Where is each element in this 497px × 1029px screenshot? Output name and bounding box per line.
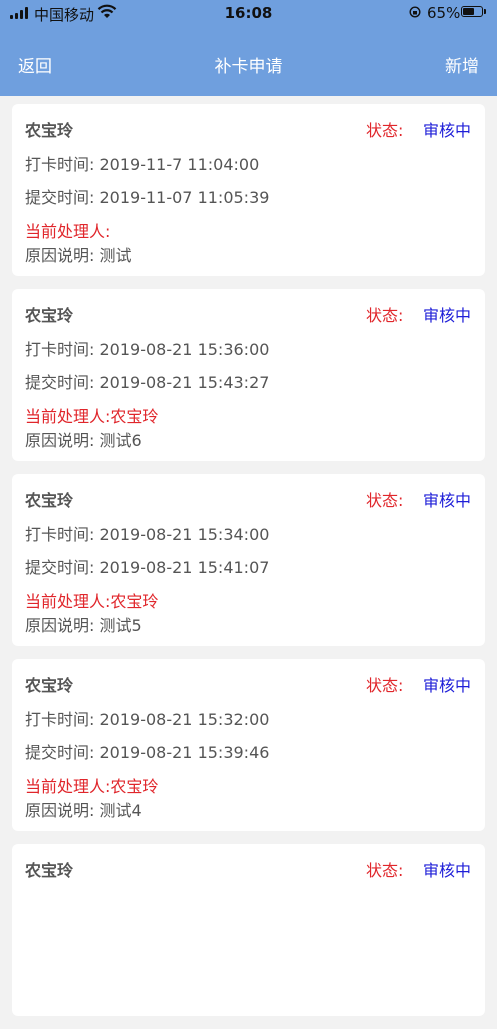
punch-time-value: 2019-11-7 11:04:00 bbox=[99, 155, 260, 174]
handler-row: 当前处理人:农宝玲 bbox=[25, 773, 158, 797]
status-label: 状态: bbox=[366, 861, 404, 880]
punch-time-label: 打卡时间: bbox=[25, 155, 95, 174]
handler-row: 当前处理人:农宝玲 bbox=[25, 403, 158, 427]
reason-label: 原因说明: bbox=[25, 431, 95, 450]
handler-label: 当前处理人: bbox=[25, 592, 111, 611]
handler-label: 当前处理人: bbox=[25, 777, 111, 796]
reason-row: 原因说明: 测试 bbox=[25, 242, 132, 266]
submit-time-row: 提交时间: 2019-08-21 15:43:27 bbox=[25, 369, 269, 393]
status-bar: 中国移动 16:08 65% bbox=[0, 0, 497, 26]
punch-time-value: 2019-08-21 15:34:00 bbox=[99, 525, 270, 544]
handler-row: 当前处理人:农宝玲 bbox=[25, 588, 158, 612]
applicant-name: 农宝玲 bbox=[25, 121, 74, 140]
status-value: 审核中 bbox=[422, 491, 471, 510]
status-value: 审核中 bbox=[422, 306, 471, 325]
page-title: 补卡申请 bbox=[214, 57, 283, 77]
battery-percent: 65% bbox=[427, 4, 461, 22]
submit-time-label: 提交时间: bbox=[25, 188, 95, 207]
reason-row: 原因说明: 测试6 bbox=[25, 427, 142, 451]
rotation-lock-icon bbox=[409, 6, 421, 18]
submit-time-value: 2019-08-21 15:41:07 bbox=[99, 558, 270, 577]
reason-row: 原因说明: 测试4 bbox=[25, 797, 142, 821]
submit-time-row: 提交时间: 2019-11-07 11:05:39 bbox=[25, 184, 269, 208]
applicant-name: 农宝玲 bbox=[25, 491, 74, 510]
punch-time-label: 打卡时间: bbox=[25, 525, 95, 544]
applicant-name: 农宝玲 bbox=[25, 306, 74, 325]
submit-time-value: 2019-11-07 11:05:39 bbox=[99, 188, 270, 207]
submit-time-value: 2019-08-21 15:39:46 bbox=[99, 743, 270, 762]
application-card[interactable]: 农宝玲 状态: 审核中 打卡时间: 2019-08-21 15:36:00 提交… bbox=[12, 289, 485, 461]
application-card[interactable]: 农宝玲 状态: 审核中 打卡时间: 2019-08-21 15:32:00 提交… bbox=[12, 659, 485, 831]
punch-time-row: 打卡时间: 2019-11-7 11:04:00 bbox=[25, 151, 259, 175]
handler-row: 当前处理人: bbox=[25, 218, 110, 242]
submit-time-label: 提交时间: bbox=[25, 743, 95, 762]
reason-label: 原因说明: bbox=[25, 801, 95, 820]
reason-label: 原因说明: bbox=[25, 246, 95, 265]
handler-value: 农宝玲 bbox=[110, 777, 159, 796]
punch-time-label: 打卡时间: bbox=[25, 340, 95, 359]
punch-time-row: 打卡时间: 2019-08-21 15:32:00 bbox=[25, 706, 269, 730]
handler-label: 当前处理人: bbox=[25, 222, 111, 241]
punch-time-row: 打卡时间: 2019-08-21 15:34:00 bbox=[25, 521, 269, 545]
punch-time-value: 2019-08-21 15:36:00 bbox=[99, 340, 270, 359]
application-card[interactable]: 农宝玲 状态: 审核中 打卡时间: 2019-11-7 11:04:00 提交时… bbox=[12, 104, 485, 276]
submit-time-row: 提交时间: 2019-08-21 15:39:46 bbox=[25, 739, 269, 763]
status-value: 审核中 bbox=[422, 861, 471, 880]
status-value: 审核中 bbox=[422, 121, 471, 140]
status-label: 状态: bbox=[366, 306, 404, 325]
application-card[interactable]: 农宝玲 状态: 审核中 bbox=[12, 844, 485, 1016]
punch-time-value: 2019-08-21 15:32:00 bbox=[99, 710, 270, 729]
status-label: 状态: bbox=[366, 491, 404, 510]
status-label: 状态: bbox=[366, 121, 404, 140]
reason-label: 原因说明: bbox=[25, 616, 95, 635]
applicant-name: 农宝玲 bbox=[25, 676, 74, 695]
application-card[interactable]: 农宝玲 状态: 审核中 打卡时间: 2019-08-21 15:34:00 提交… bbox=[12, 474, 485, 646]
punch-time-label: 打卡时间: bbox=[25, 710, 95, 729]
clock: 16:08 bbox=[224, 4, 273, 22]
submit-time-label: 提交时间: bbox=[25, 558, 95, 577]
status-label: 状态: bbox=[366, 676, 404, 695]
handler-label: 当前处理人: bbox=[25, 407, 111, 426]
app-header: 中国移动 16:08 65% 返回 补卡申请 新增 bbox=[0, 0, 497, 96]
submit-time-label: 提交时间: bbox=[25, 373, 95, 392]
add-button[interactable]: 新增 bbox=[445, 52, 479, 77]
reason-row: 原因说明: 测试5 bbox=[25, 612, 142, 636]
battery-tip bbox=[484, 9, 486, 14]
application-list: 农宝玲 状态: 审核中 打卡时间: 2019-11-7 11:04:00 提交时… bbox=[12, 104, 485, 1029]
submit-time-value: 2019-08-21 15:43:27 bbox=[99, 373, 270, 392]
handler-value: 农宝玲 bbox=[110, 592, 159, 611]
reason-value: 测试4 bbox=[99, 801, 142, 820]
reason-value: 测试6 bbox=[99, 431, 142, 450]
battery-icon bbox=[461, 6, 483, 17]
handler-value: 农宝玲 bbox=[110, 407, 159, 426]
applicant-name: 农宝玲 bbox=[25, 861, 74, 880]
punch-time-row: 打卡时间: 2019-08-21 15:36:00 bbox=[25, 336, 269, 360]
submit-time-row: 提交时间: 2019-08-21 15:41:07 bbox=[25, 554, 269, 578]
reason-value: 测试5 bbox=[99, 616, 142, 635]
status-value: 审核中 bbox=[422, 676, 471, 695]
reason-value: 测试 bbox=[99, 246, 132, 265]
